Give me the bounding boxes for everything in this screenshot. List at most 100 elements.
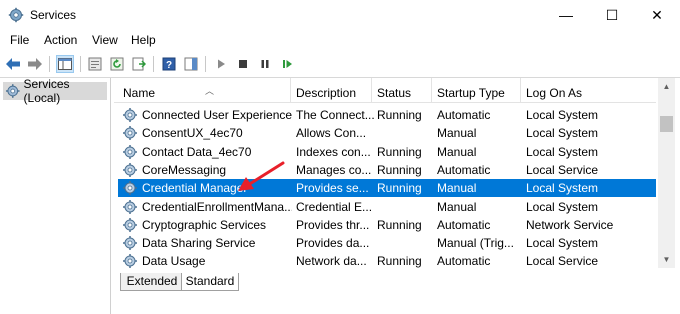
cell-name: ConsentUX_4ec70: [142, 126, 243, 141]
table-row[interactable]: Connected User Experience... The Connect.…: [118, 106, 656, 124]
cell-logon: Local System: [526, 236, 599, 251]
cell-logon: Network Service: [526, 217, 614, 232]
forward-button[interactable]: [26, 55, 44, 73]
table-row[interactable]: Contact Data_4ec70 Indexes con... Running M…: [118, 143, 656, 161]
column-header-description[interactable]: Description: [291, 78, 372, 102]
close-button[interactable]: ✕: [634, 0, 680, 30]
cell-description: Provides thr...: [296, 217, 370, 232]
cell-name: Data Sharing Service: [142, 236, 256, 251]
help-icon: ?: [162, 57, 176, 71]
cell-status: Running: [377, 181, 422, 196]
maximize-button[interactable]: ☐: [589, 0, 635, 30]
sort-ascending-icon: ︿: [205, 86, 215, 96]
properties-button[interactable]: [86, 55, 104, 73]
services-gear-icon: [5, 84, 20, 98]
table-row[interactable]: Data Usage Network da... Running Automatic L…: [118, 252, 656, 270]
service-gear-icon: [123, 217, 137, 232]
column-header-log-on-as[interactable]: Log On As: [521, 78, 656, 102]
pause-icon: [261, 60, 269, 68]
cell-name: Data Usage: [142, 254, 206, 269]
cell-description: Provides se...: [296, 181, 369, 196]
refresh-button[interactable]: [108, 55, 126, 73]
services-list: ︿ Name Description Status Startup Type L…: [114, 78, 680, 314]
view-tabs: Extended Standard: [114, 271, 680, 293]
table-row[interactable]: CoreMessaging Manages co... Running Automat…: [118, 161, 656, 179]
menu-help[interactable]: Help: [131, 33, 156, 47]
cell-startup: Automatic: [437, 108, 491, 122]
cell-logon: Local System: [526, 108, 599, 122]
pause-service-button[interactable]: [256, 55, 274, 73]
table-row[interactable]: ConsentUX_4ec70 Allows Con... Manual Local …: [118, 124, 656, 142]
table-row[interactable]: CredentialEnrollmentMana... Credential E.…: [118, 198, 656, 216]
back-button[interactable]: [4, 55, 22, 73]
column-header-startup-type[interactable]: Startup Type: [432, 78, 521, 102]
resume-service-button[interactable]: [278, 55, 296, 73]
scroll-down-icon[interactable]: ▼: [658, 251, 675, 268]
cell-status: Running: [377, 108, 422, 122]
service-gear-icon: [123, 236, 137, 251]
play-icon: [218, 59, 225, 69]
cell-description: The Connect...: [296, 108, 374, 122]
title-bar: Services — ☐ ✕: [0, 0, 680, 30]
minimize-button[interactable]: —: [543, 0, 589, 30]
service-gear-icon: [123, 162, 137, 177]
help-button[interactable]: ?: [160, 55, 178, 73]
service-gear-icon: [123, 181, 137, 196]
tab-label: Extended: [126, 274, 178, 288]
red-annotation-arrow-icon: [238, 161, 285, 191]
menu-file[interactable]: File: [10, 33, 29, 47]
cell-startup: Automatic: [437, 217, 491, 232]
vertical-scrollbar[interactable]: ▲ ▼: [658, 78, 675, 268]
column-header-label: Status: [377, 86, 412, 100]
cell-status: Running: [377, 144, 422, 159]
cell-name: Contact Data_4ec70: [142, 144, 252, 159]
menu-bar: File Action View Help: [0, 30, 680, 50]
table-row[interactable]: Credential Manager Provides se... Running M…: [118, 179, 656, 198]
cell-logon: Local System: [526, 199, 599, 214]
show-action-pane-button[interactable]: [182, 55, 200, 73]
service-gear-icon: [123, 199, 137, 214]
minimize-icon: —: [559, 7, 573, 23]
tab-extended[interactable]: Extended: [120, 273, 184, 291]
cell-logon: Local System: [526, 181, 599, 196]
export-list-icon: [132, 57, 146, 71]
cell-startup: Manual: [437, 181, 477, 196]
column-header-row: ︿ Name Description Status Startup Type L…: [114, 78, 656, 103]
column-header-label: Startup Type: [437, 86, 505, 100]
menu-action[interactable]: Action: [44, 33, 77, 47]
toolbar-separator: [49, 56, 50, 72]
cell-description: Provides da...: [296, 236, 370, 251]
toolbar-separator: [153, 56, 154, 72]
properties-icon: [88, 57, 102, 71]
service-gear-icon: [123, 108, 137, 122]
scroll-up-icon[interactable]: ▲: [658, 78, 675, 95]
scroll-thumb[interactable]: [660, 116, 673, 132]
cell-description: Indexes con...: [296, 144, 371, 159]
tree-item-services-local[interactable]: Services (Local): [3, 77, 107, 105]
resume-icon: [283, 60, 292, 68]
show-console-tree-button[interactable]: [56, 55, 74, 73]
console-tree-icon: [58, 58, 72, 70]
cell-description: Manages co...: [296, 162, 372, 177]
start-service-button[interactable]: [212, 55, 230, 73]
action-pane-icon: [184, 57, 198, 71]
close-icon: ✕: [651, 6, 663, 23]
table-row[interactable]: Cryptographic Services Provides thr... Run…: [118, 216, 656, 234]
cell-status: Running: [377, 254, 422, 269]
toolbar-separator: [80, 56, 81, 72]
table-row[interactable]: Data Sharing Service Provides da... Manual…: [118, 234, 656, 252]
stop-service-button[interactable]: [234, 55, 252, 73]
refresh-icon: [110, 57, 124, 71]
menu-view[interactable]: View: [92, 33, 118, 47]
cell-status: Running: [377, 217, 422, 232]
window-title: Services: [30, 8, 77, 22]
column-header-status[interactable]: Status: [372, 78, 432, 102]
forward-arrow-icon: [28, 58, 42, 70]
tab-label: Standard: [185, 274, 235, 288]
column-header-name[interactable]: ︿ Name: [118, 78, 291, 102]
export-list-button[interactable]: [130, 55, 148, 73]
tree-item-label: Services (Local): [23, 77, 70, 105]
column-header-label: Name: [123, 86, 156, 100]
tab-standard[interactable]: Standard: [181, 273, 239, 291]
cell-name: Cryptographic Services: [142, 217, 267, 232]
